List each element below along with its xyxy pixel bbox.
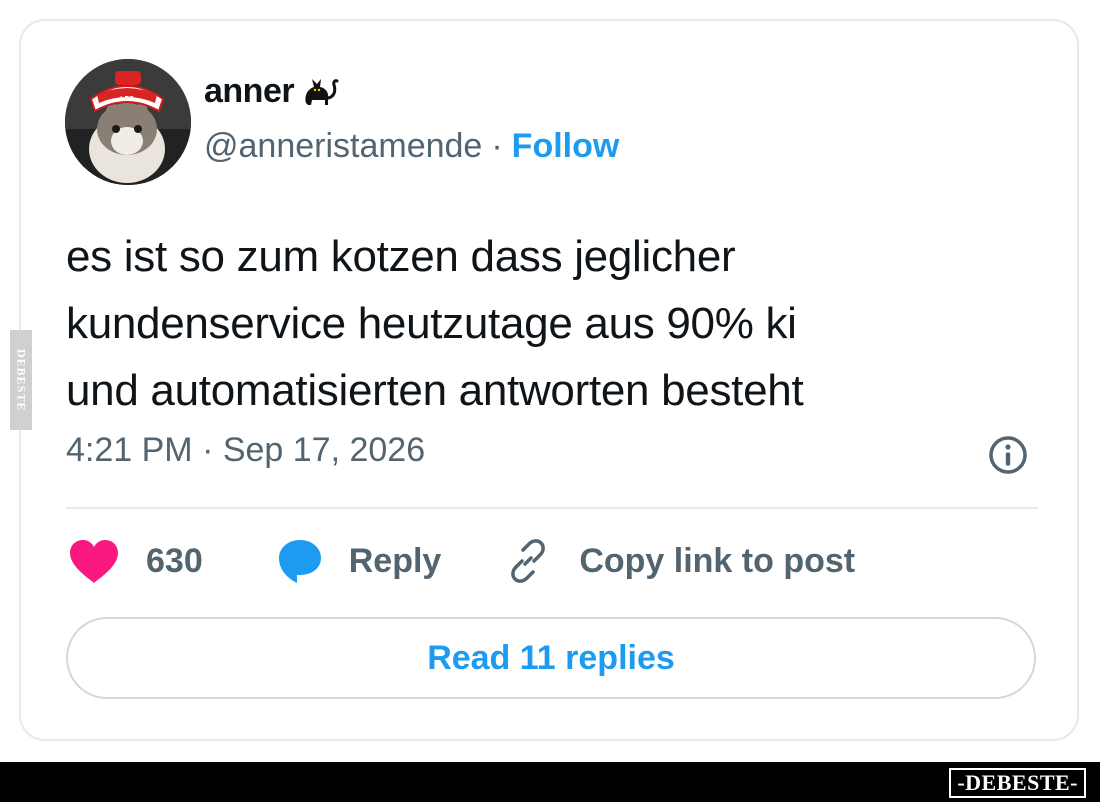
- heart-icon: [70, 540, 118, 583]
- reply-button[interactable]: Reply: [275, 536, 506, 586]
- avatar-cat-photo: LFC: [65, 59, 191, 185]
- read-replies-label: Read 11 replies: [427, 638, 675, 677]
- link-icon: [511, 539, 546, 583]
- side-watermark: DEBESTE: [10, 330, 32, 430]
- side-watermark-text: DEBESTE: [14, 348, 29, 412]
- footer-watermark-logo: -DEBESTE-: [949, 768, 1086, 798]
- speech-bubble-icon: [278, 540, 321, 583]
- copy-link-button[interactable]: Copy link to post: [505, 538, 855, 584]
- handle-line: @anneristamende · Follow: [204, 127, 619, 166]
- info-icon[interactable]: [986, 433, 1030, 477]
- display-name[interactable]: anner: [204, 69, 342, 113]
- copy-link-label: Copy link to post: [579, 541, 856, 580]
- tweet-card: LFC anner @anneristamende · Follow es is…: [19, 19, 1079, 741]
- page: LFC anner @anneristamende · Follow es is…: [0, 0, 1100, 802]
- tweet-timestamp[interactable]: 4:21 PM · Sep 17, 2026: [66, 431, 425, 470]
- display-name-text: anner: [204, 71, 295, 110]
- avatar[interactable]: LFC: [65, 59, 191, 185]
- svg-text:LFC: LFC: [120, 96, 134, 103]
- black-cat-icon: [305, 79, 339, 105]
- divider: [66, 507, 1038, 509]
- follow-button[interactable]: Follow: [512, 127, 620, 166]
- like-button[interactable]: 630: [66, 537, 275, 585]
- separator-dot: ·: [491, 127, 503, 165]
- user-handle[interactable]: @anneristamende: [204, 127, 482, 166]
- action-bar: 630 Reply Copy link to post: [66, 537, 855, 585]
- tweet-text: es ist so zum kotzen dass jeglicher kund…: [66, 232, 804, 415]
- reply-label: Reply: [348, 541, 442, 580]
- like-count: 630: [146, 541, 203, 580]
- footer-bar: -DEBESTE-: [0, 762, 1100, 802]
- footer-watermark-text: -DEBESTE-: [957, 770, 1078, 795]
- read-replies-button[interactable]: Read 11 replies: [66, 617, 1036, 699]
